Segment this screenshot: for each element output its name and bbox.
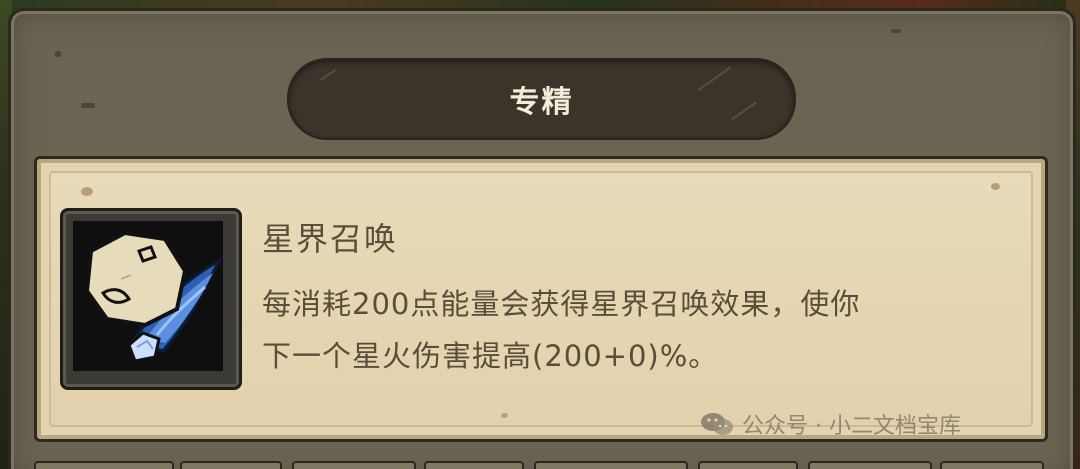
- banner-scratch: [697, 66, 731, 92]
- title-banner: 专精: [287, 58, 796, 140]
- bottom-tab[interactable]: [292, 461, 416, 469]
- banner-scratch: [731, 101, 757, 121]
- skill-description-line: 下一个星火伤害提高(200+0)%。: [262, 339, 719, 373]
- banner-scratch: [320, 69, 336, 81]
- watermark: 公众号 · 小二文档宝库: [700, 408, 961, 440]
- card-stain: [501, 413, 508, 418]
- panel-texture: [891, 29, 901, 33]
- bottom-tab[interactable]: [180, 461, 282, 469]
- bottom-tab[interactable]: [534, 461, 688, 469]
- card-stain: [991, 183, 1000, 190]
- watermark-text: 公众号 · 小二文档宝库: [742, 414, 961, 439]
- skill-icon-frame: [60, 208, 242, 390]
- card-stain: [81, 187, 93, 196]
- bottom-tab[interactable]: [424, 461, 524, 469]
- skill-description: 每消耗200点能量会获得星界召唤效果，使你 下一个星火伤害提高(200+0)%。: [262, 278, 982, 382]
- bottom-tab[interactable]: [34, 461, 174, 469]
- bottom-tab[interactable]: [808, 461, 932, 469]
- skill-description-line: 每消耗200点能量会获得星界召唤效果，使你: [262, 287, 861, 321]
- skill-name: 星界召唤: [262, 220, 399, 258]
- panel-texture: [81, 103, 95, 108]
- screen: 专精 星界召唤 每消耗200点能量会获得星界召唤效果，使你 下一个星火伤害提高(…: [0, 0, 1080, 469]
- bottom-tab[interactable]: [698, 461, 798, 469]
- panel-texture: [55, 51, 61, 57]
- dialog-title: 专精: [509, 85, 574, 120]
- bottom-tab[interactable]: [940, 461, 1044, 469]
- wechat-icon: [701, 413, 733, 435]
- astral-summon-icon: [73, 221, 223, 371]
